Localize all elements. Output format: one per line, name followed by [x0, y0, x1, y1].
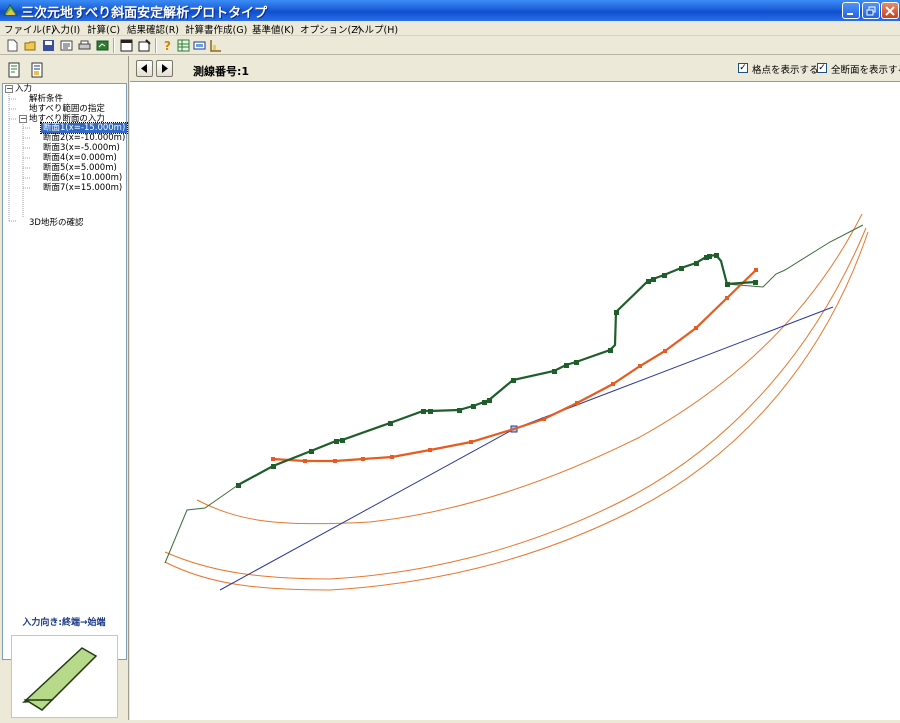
tree-expand-button[interactable] [4, 60, 24, 80]
tree-collapse-toggle[interactable]: − [5, 85, 13, 93]
tree-item-section-3[interactable]: 断面3(x=-5.000m) [43, 143, 120, 153]
document-tree-icon [8, 62, 20, 78]
screen-button[interactable] [192, 38, 207, 53]
slip-surface-nodes [271, 268, 758, 463]
help-button[interactable]: ? [160, 38, 175, 53]
window-title: 三次元地すべり斜面安定解析プロトタイプ [21, 6, 268, 21]
settings-icon [138, 39, 151, 52]
restore-icon [866, 6, 876, 15]
menu-input[interactable]: 入力(I) [51, 22, 80, 36]
menu-report[interactable]: 計算書作成(G) [185, 22, 247, 36]
menu-standard[interactable]: 基準値(K) [252, 22, 294, 36]
next-section-button[interactable] [156, 60, 173, 77]
triangle-left-icon [141, 64, 147, 73]
save-icon [43, 40, 54, 51]
show-grid-checkbox[interactable]: ✓ [738, 63, 748, 73]
tree-item-section-6[interactable]: 断面6(x=10.000m) [43, 173, 122, 183]
screen-icon [193, 41, 206, 50]
section-tree: − 入力 解析条件 地すべり範囲の指定 − 地すべり断面の入力 断面1(x=-1… [2, 83, 129, 660]
window-button[interactable] [119, 38, 134, 53]
new-file-icon [7, 39, 18, 52]
show-grid-label[interactable]: 格点を表示する [752, 62, 819, 76]
menu-help[interactable]: ヘルプ(H) [355, 22, 398, 36]
show-all-sections-label[interactable]: 全断面を表示する [831, 62, 900, 76]
section-canvas[interactable] [130, 82, 900, 720]
input-direction-label: 入力向き:終端→始端 [22, 618, 106, 628]
settings-button[interactable] [137, 38, 152, 53]
tree-collapse-button[interactable] [27, 60, 47, 80]
open-button[interactable] [23, 38, 38, 53]
tree-item-analysis-conditions[interactable]: 解析条件 [29, 94, 63, 104]
slope-direction-icon [21, 647, 98, 711]
chart-icon [210, 40, 221, 52]
close-icon [885, 5, 895, 16]
direction-preview [11, 635, 118, 718]
section-axis-line [219, 306, 834, 591]
import-icon [60, 40, 73, 51]
tree-item-section-1[interactable]: 断面1(x=-15.000m) [39, 122, 129, 134]
triangle-right-icon [162, 64, 168, 73]
previous-section-button[interactable] [136, 60, 153, 77]
export-button[interactable] [95, 38, 110, 53]
ground-surface-nodes [236, 253, 758, 488]
menu-bar: ファイル(F) 入力(I) 計算(C) 結果確認(R) 計算書作成(G) 基準値… [0, 21, 900, 36]
ground-surface-line [237, 253, 756, 486]
title-bar: 三次元地すべり斜面安定解析プロトタイプ [0, 0, 900, 21]
table-button[interactable] [176, 38, 191, 53]
left-panel: − 入力 解析条件 地すべり範囲の指定 − 地すべり断面の入力 断面1(x=-1… [0, 56, 129, 720]
print-button[interactable] [77, 38, 92, 53]
tree-item-input[interactable]: 入力 [15, 84, 32, 94]
help-icon: ? [164, 39, 171, 52]
chart-button[interactable] [208, 38, 223, 53]
tree-collapse-toggle[interactable]: − [19, 115, 27, 123]
minimize-icon [847, 12, 853, 15]
toolbar: ? [0, 36, 900, 55]
close-button[interactable] [881, 2, 899, 19]
app-icon [3, 4, 18, 16]
slip-arc-upper [196, 213, 863, 525]
tree-item-3d-terrain[interactable]: 3D地形の確認 [29, 218, 83, 228]
menu-results[interactable]: 結果確認(R) [127, 22, 179, 36]
toolbar-separator [113, 38, 115, 53]
svg-text:?: ? [164, 39, 171, 52]
section-drawing[interactable] [130, 82, 900, 720]
maximize-button[interactable] [862, 2, 880, 19]
menu-options[interactable]: オプション(Z) [300, 22, 361, 36]
table-icon [177, 39, 190, 52]
menu-calc[interactable]: 計算(C) [87, 22, 120, 36]
tree-item-section-4[interactable]: 断面4(x=0.000m) [43, 153, 117, 163]
document-list-icon [31, 62, 43, 78]
slip-arc-middle [164, 227, 867, 580]
import-button[interactable] [59, 38, 74, 53]
toolbar-separator [155, 38, 157, 53]
new-file-button[interactable] [5, 38, 20, 53]
tree-item-section-7[interactable]: 断面7(x=15.000m) [43, 183, 122, 193]
print-icon [78, 40, 91, 50]
survey-line-number: 測線番号:1 [193, 65, 250, 78]
window-icon [120, 39, 133, 52]
open-folder-icon [24, 41, 36, 51]
minimize-button[interactable] [842, 2, 860, 19]
ground-extension-line [164, 224, 864, 564]
show-all-sections-checkbox[interactable]: ✓ [817, 63, 827, 73]
export-icon [96, 40, 109, 51]
save-button[interactable] [41, 38, 56, 53]
slip-arc-lower [164, 231, 869, 591]
tree-item-section-5[interactable]: 断面5(x=5.000m) [43, 163, 117, 173]
menu-file[interactable]: ファイル(F) [4, 22, 55, 36]
tree-item-section-2[interactable]: 断面2(x=-10.000m) [43, 133, 125, 143]
tree-item-landslide-range[interactable]: 地すべり範囲の指定 [29, 104, 105, 114]
section-nav-bar: 測線番号:1 ✓ 格点を表示する ✓ 全断面を表示する [130, 56, 900, 82]
